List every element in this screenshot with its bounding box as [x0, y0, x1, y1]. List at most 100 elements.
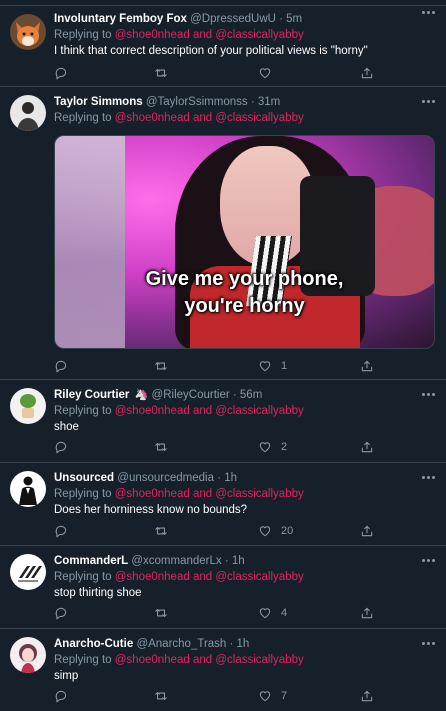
heart-icon — [259, 608, 271, 619]
media-caption-line: Give me your phone, — [145, 268, 344, 290]
replying-to: Replying to @shoe0nhead and @classically… — [54, 112, 304, 124]
tweet-actions — [54, 65, 374, 81]
tweet-reply[interactable]: Taylor Simmons @TaylorSsimmonss · 31m Re… — [0, 87, 446, 380]
reply-button[interactable] — [54, 605, 68, 621]
tweet-text: stop thirting shoe — [54, 587, 142, 599]
reply-button[interactable] — [54, 523, 68, 539]
tweet-reply[interactable]: CommanderL @xcommanderLx · 1h Replying t… — [0, 546, 446, 629]
heart-icon — [259, 691, 271, 702]
author-handle[interactable]: @DpressedUwU — [190, 13, 276, 25]
mention-link[interactable]: @classicallyabby — [215, 654, 303, 666]
author-handle[interactable]: @xcommanderLx — [131, 555, 221, 567]
author-name[interactable]: Involuntary Femboy Fox — [54, 13, 187, 25]
like-button[interactable]: 7 — [258, 688, 287, 704]
more-icon[interactable] — [422, 473, 436, 481]
share-button[interactable] — [360, 605, 374, 621]
tweet-media-image[interactable]: Give me your phone, you're horny — [54, 135, 435, 349]
reply-button[interactable] — [54, 65, 68, 81]
retweet-icon — [155, 361, 167, 371]
tweet-time[interactable]: · 1h — [225, 555, 245, 567]
avatar[interactable] — [10, 14, 46, 50]
avatar[interactable] — [10, 388, 46, 424]
tweet-reply[interactable]: Anarcho-Cutie @Anarcho_Trash · 1h Replyi… — [0, 629, 446, 711]
tweet-reply[interactable]: Involuntary Femboy Fox @DpressedUwU · 5m… — [0, 6, 446, 87]
share-button[interactable] — [360, 439, 374, 455]
retweet-button[interactable] — [154, 65, 168, 81]
tweet-time[interactable]: · 31m — [251, 96, 280, 108]
tweet-text: I think that correct description of your… — [54, 45, 368, 57]
like-button[interactable]: 4 — [258, 605, 287, 621]
author-handle[interactable]: @RileyCourtier — [152, 389, 230, 401]
author-name[interactable]: CommanderL — [54, 555, 128, 567]
avatar[interactable] — [10, 471, 46, 507]
author-name[interactable]: Taylor Simmons — [54, 96, 143, 108]
like-button[interactable]: 1 — [258, 358, 287, 374]
retweet-icon — [155, 68, 167, 78]
share-button[interactable] — [360, 65, 374, 81]
like-button[interactable]: 2 — [258, 439, 287, 455]
author-handle[interactable]: @unsourcedmedia — [117, 472, 214, 484]
author-name[interactable]: Anarcho-Cutie — [54, 638, 133, 650]
tweet-time[interactable]: · 1h — [217, 472, 237, 484]
share-icon — [361, 441, 373, 453]
retweet-button[interactable] — [154, 358, 168, 374]
unicorn-emoji-icon: 🦄 — [134, 389, 149, 401]
author-handle[interactable]: @TaylorSsimmonss — [146, 96, 248, 108]
reply-icon — [55, 690, 67, 703]
retweet-icon — [155, 526, 167, 536]
tweet-reply[interactable]: Unsourced @unsourcedmedia · 1h Replying … — [0, 463, 446, 546]
share-icon — [361, 360, 373, 372]
tweet-time[interactable]: · 1h — [230, 638, 250, 650]
mention-link[interactable]: @shoe0nhead — [115, 571, 190, 583]
tweet-reply[interactable]: Riley Courtier 🦄 @RileyCourtier · 56m Re… — [0, 380, 446, 463]
avatar[interactable] — [10, 637, 46, 673]
share-icon — [361, 607, 373, 619]
mention-link[interactable]: @classicallyabby — [215, 112, 303, 124]
heart-icon — [259, 68, 271, 79]
replying-to: Replying to @shoe0nhead and @classically… — [54, 405, 304, 417]
retweet-button[interactable] — [154, 605, 168, 621]
mention-link[interactable]: @classicallyabby — [215, 488, 303, 500]
like-count: 4 — [281, 607, 288, 619]
author-name[interactable]: Riley Courtier — [54, 389, 129, 401]
replying-to: Replying to @shoe0nhead and @classically… — [54, 654, 304, 666]
retweet-button[interactable] — [154, 523, 168, 539]
reply-button[interactable] — [54, 439, 68, 455]
mention-link[interactable]: @classicallyabby — [215, 29, 303, 41]
reply-icon — [55, 441, 67, 454]
like-count: 2 — [281, 441, 288, 453]
share-button[interactable] — [360, 523, 374, 539]
tweet-time[interactable]: · 56m — [233, 389, 262, 401]
reply-icon — [55, 607, 67, 620]
tweet-actions: 7 — [54, 688, 374, 704]
share-icon — [361, 525, 373, 537]
more-icon[interactable] — [422, 8, 436, 16]
mention-link[interactable]: @shoe0nhead — [115, 405, 190, 417]
reply-button[interactable] — [54, 688, 68, 704]
avatar[interactable] — [10, 554, 46, 590]
share-button[interactable] — [360, 358, 374, 374]
author-handle[interactable]: @Anarcho_Trash — [136, 638, 226, 650]
avatar[interactable] — [10, 95, 46, 131]
more-icon[interactable] — [422, 556, 436, 564]
reply-icon — [55, 360, 67, 373]
retweet-button[interactable] — [154, 688, 168, 704]
like-button[interactable] — [258, 65, 281, 81]
author-name[interactable]: Unsourced — [54, 472, 114, 484]
mention-link[interactable]: @classicallyabby — [215, 571, 303, 583]
reply-button[interactable] — [54, 358, 68, 374]
mention-link[interactable]: @classicallyabby — [215, 405, 303, 417]
reply-icon — [55, 67, 67, 80]
mention-link[interactable]: @shoe0nhead — [115, 654, 190, 666]
mention-link[interactable]: @shoe0nhead — [115, 29, 190, 41]
heart-icon — [259, 361, 271, 372]
more-icon[interactable] — [422, 97, 436, 105]
tweet-time[interactable]: · 5m — [279, 13, 302, 25]
share-button[interactable] — [360, 688, 374, 704]
mention-link[interactable]: @shoe0nhead — [115, 112, 190, 124]
retweet-button[interactable] — [154, 439, 168, 455]
more-icon[interactable] — [422, 639, 436, 647]
like-button[interactable]: 20 — [258, 523, 293, 539]
more-icon[interactable] — [422, 390, 436, 398]
mention-link[interactable]: @shoe0nhead — [115, 488, 190, 500]
